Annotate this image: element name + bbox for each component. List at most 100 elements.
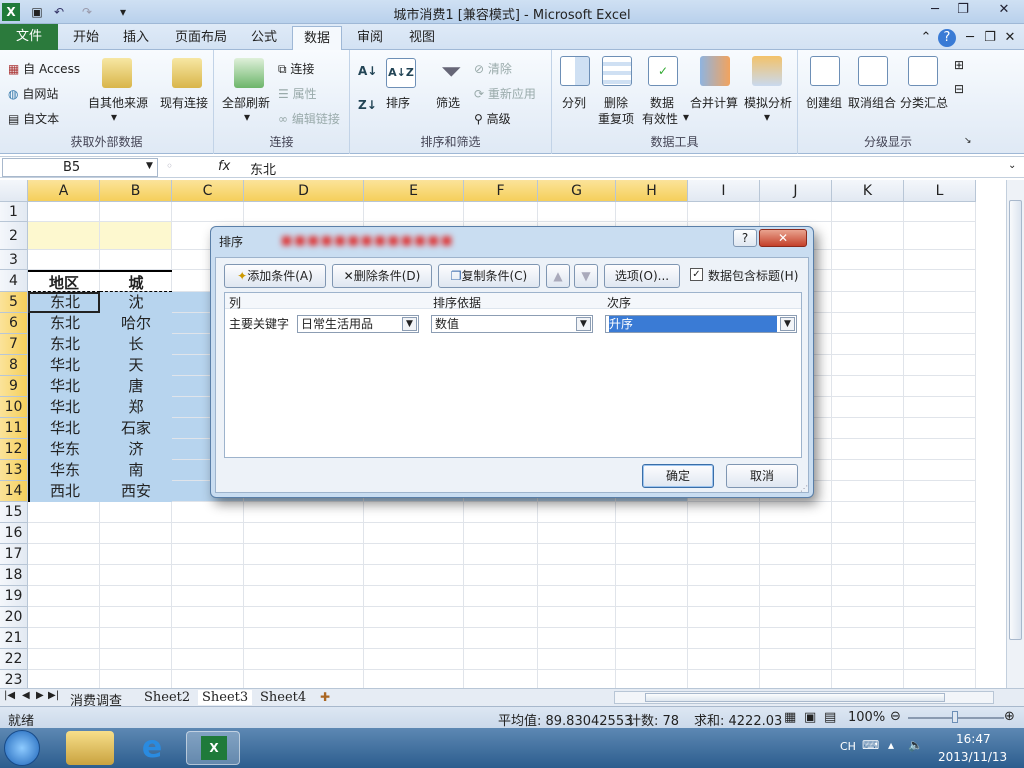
cell[interactable] [464, 202, 538, 222]
dialog-close-button[interactable]: ✕ [759, 229, 807, 247]
region-cell[interactable]: 华东 [28, 439, 100, 460]
cell[interactable] [172, 544, 244, 565]
cell[interactable] [464, 523, 538, 544]
cell[interactable] [688, 544, 760, 565]
cell[interactable] [616, 544, 688, 565]
order-select[interactable]: 升序 ▼ [605, 315, 797, 333]
restore-icon[interactable]: ❐ [950, 0, 976, 20]
region-cell[interactable]: 华北 [28, 376, 100, 397]
cell[interactable] [832, 292, 904, 313]
other-sources-dropdown-icon[interactable]: ▾ [111, 110, 117, 124]
region-cell[interactable]: 华北 [28, 397, 100, 418]
cell[interactable] [28, 565, 100, 586]
zoom-in-icon[interactable]: ⊕ [1004, 709, 1015, 724]
cell[interactable] [904, 250, 976, 270]
region-cell[interactable]: 东北 [28, 334, 100, 355]
show-detail-icon[interactable]: ⊞ [954, 58, 964, 72]
dialog-help-button[interactable]: ? [733, 229, 757, 247]
expand-formula-bar-icon[interactable]: ⌄ [1008, 160, 1016, 171]
cell[interactable] [688, 202, 760, 222]
cell[interactable] [904, 270, 976, 292]
sort-column-select[interactable]: 日常生活用品 ▼ [297, 315, 419, 333]
cell[interactable] [904, 397, 976, 418]
cell[interactable] [832, 397, 904, 418]
cell[interactable] [832, 334, 904, 355]
cell[interactable] [28, 586, 100, 607]
column-header-K[interactable]: K [832, 180, 904, 202]
cell[interactable] [904, 607, 976, 628]
city-cell[interactable]: 唐 [100, 376, 172, 397]
page-break-view-icon[interactable]: ▤ [824, 710, 836, 725]
row-header-16[interactable]: 16 [0, 523, 28, 544]
reapply-button[interactable]: ⟳ 重新应用 [474, 85, 536, 102]
refresh-all-button[interactable]: 全部刷新 [222, 94, 270, 111]
cell[interactable] [688, 586, 760, 607]
cell[interactable] [538, 202, 616, 222]
cell[interactable] [364, 586, 464, 607]
sheet-tab-3-active[interactable]: Sheet3 [198, 690, 253, 705]
city-cell[interactable]: 天 [100, 355, 172, 376]
cell[interactable] [364, 544, 464, 565]
row-header-18[interactable]: 18 [0, 565, 28, 586]
city-cell[interactable]: 南 [100, 460, 172, 481]
column-header-B[interactable]: B [100, 180, 172, 202]
cell[interactable] [688, 502, 760, 523]
cell[interactable] [244, 628, 364, 649]
cell[interactable] [904, 313, 976, 334]
cell[interactable] [832, 355, 904, 376]
cell[interactable] [464, 565, 538, 586]
cell[interactable] [688, 523, 760, 544]
cell[interactable] [904, 292, 976, 313]
ok-button[interactable]: 确定 [642, 464, 714, 488]
row-header-3[interactable]: 3 [0, 250, 28, 270]
file-explorer-icon[interactable] [66, 731, 114, 765]
cell[interactable] [28, 523, 100, 544]
column-header-I[interactable]: I [688, 180, 760, 202]
sheet-nav-prev-icon[interactable]: ◀ [22, 690, 30, 701]
cell[interactable] [904, 670, 976, 688]
name-box[interactable]: B5 [2, 158, 158, 177]
zoom-out-icon[interactable]: ⊖ [890, 709, 901, 724]
region-cell[interactable]: 东北 [28, 313, 100, 334]
from-text-button[interactable]: ▤ 自文本 [8, 110, 59, 127]
cell[interactable] [244, 607, 364, 628]
cell[interactable] [832, 376, 904, 397]
cell[interactable] [832, 250, 904, 270]
remove-duplicates-button[interactable]: 删除 [604, 94, 628, 111]
row-header-5[interactable]: 5 [0, 292, 28, 313]
start-button-icon[interactable] [4, 730, 40, 766]
workbook-restore-icon[interactable]: ❐ [982, 26, 998, 50]
from-access-button[interactable]: ▦ 自 Access [8, 60, 80, 77]
cell[interactable] [616, 649, 688, 670]
cell[interactable] [688, 628, 760, 649]
tab-formulas[interactable]: 公式 [244, 26, 284, 50]
sort-button[interactable]: 排序 [386, 94, 410, 111]
cell[interactable] [688, 649, 760, 670]
cell[interactable] [100, 523, 172, 544]
cell[interactable] [100, 222, 172, 250]
cell[interactable] [538, 544, 616, 565]
existing-connections-button[interactable]: 现有连接 [160, 94, 208, 111]
row-header-14[interactable]: 14 [0, 481, 28, 502]
cell[interactable] [364, 565, 464, 586]
cell[interactable] [364, 607, 464, 628]
formula-input[interactable]: 东北 [250, 159, 276, 178]
from-web-button[interactable]: ◍ 自网站 [8, 85, 58, 102]
cell[interactable] [832, 628, 904, 649]
filter-button[interactable]: 筛选 [436, 94, 460, 111]
cell[interactable] [28, 502, 100, 523]
text-to-columns-button[interactable]: 分列 [562, 94, 586, 111]
cell[interactable] [832, 607, 904, 628]
cell[interactable] [172, 670, 244, 688]
normal-view-icon[interactable]: ▦ [784, 710, 796, 725]
remove-duplicates-button-line2[interactable]: 重复项 [598, 110, 634, 127]
tab-data[interactable]: 数据 [292, 26, 342, 50]
cell[interactable] [832, 523, 904, 544]
cell[interactable] [538, 607, 616, 628]
cell[interactable] [172, 649, 244, 670]
cell[interactable] [244, 649, 364, 670]
cell[interactable] [28, 544, 100, 565]
cell[interactable] [364, 628, 464, 649]
ungroup-button[interactable]: 取消组合 [848, 94, 896, 111]
column-header-J[interactable]: J [760, 180, 832, 202]
